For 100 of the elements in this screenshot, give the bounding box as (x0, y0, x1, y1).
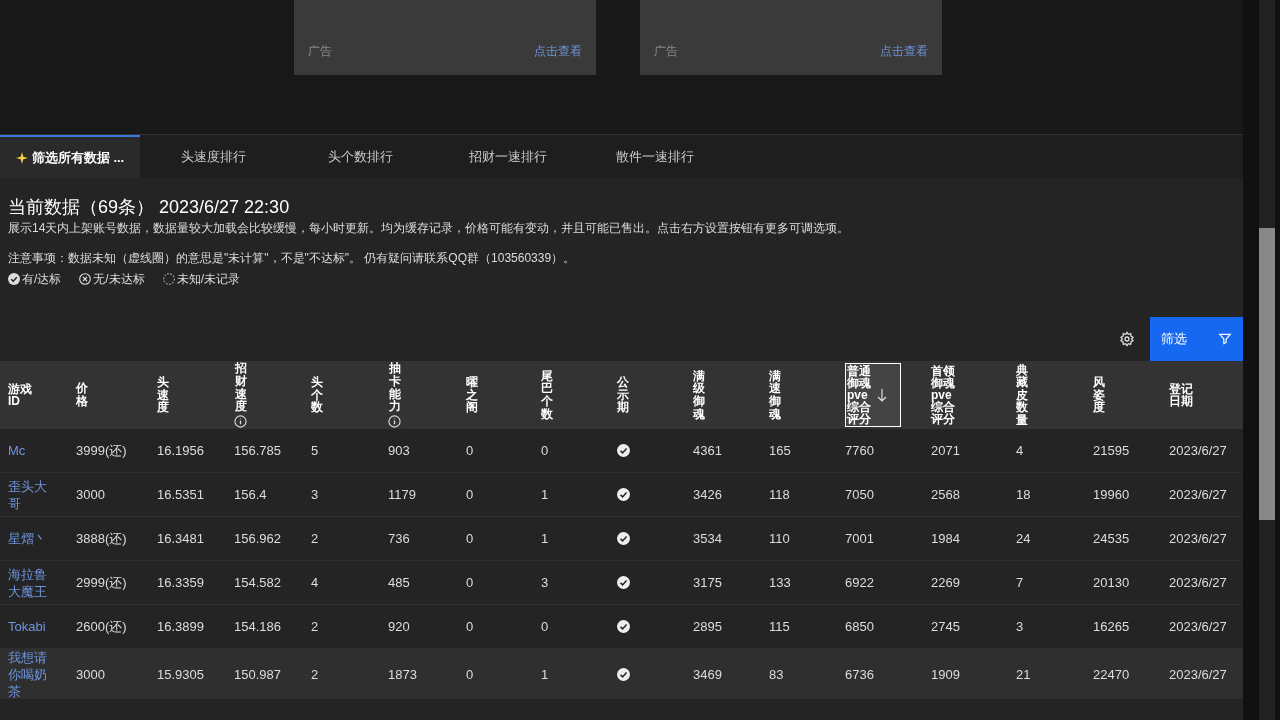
player-id-link[interactable]: 我想请你喝奶茶 (8, 649, 51, 700)
column-header[interactable]: 头速度 (157, 376, 226, 414)
table-cell-text: 133 (769, 573, 792, 592)
table-cell-text: 0 (541, 617, 550, 636)
header-label: 游戏ID (8, 383, 32, 407)
table-cell-text: 1 (541, 485, 550, 504)
table-cell-text: 3 (541, 573, 550, 592)
table-cell-text: 24 (1016, 529, 1032, 548)
table-cell-text: 20130 (1093, 573, 1131, 592)
column-header[interactable]: 尾巴个数 (541, 369, 609, 421)
column-header[interactable]: 首领御魂pve综合评分 (931, 365, 1008, 425)
table-cell-text: 2023/6/27 (1169, 573, 1228, 592)
header-label: 风姿度 (1093, 376, 1105, 414)
table-cell-text: 5 (311, 441, 320, 460)
view-link[interactable]: 点击查看 (880, 42, 928, 60)
table-cell-text: 0 (466, 573, 475, 592)
table-cell-text: 0 (466, 529, 475, 548)
table-cell-text: 21595 (1093, 441, 1131, 460)
table-cell-text: 1909 (931, 665, 961, 684)
player-id-link[interactable]: 星熠丶 (8, 530, 51, 547)
table-cell-text: 2023/6/27 (1169, 617, 1228, 636)
settings-icon[interactable] (1119, 331, 1135, 347)
table-cell-text: 1179 (388, 485, 417, 504)
table-cell-text: 4 (311, 573, 320, 592)
table-cell-text: 736 (388, 529, 411, 548)
table-cell-text: 3469 (693, 665, 723, 684)
scrollbar-thumb[interactable] (1259, 228, 1275, 520)
tab[interactable]: 头速度排行 (140, 135, 287, 178)
check-circle-icon (8, 273, 20, 285)
view-link[interactable]: 点击查看 (534, 42, 582, 60)
header-label: 招财速度 (234, 362, 247, 413)
column-header[interactable]: 满级御魂 (693, 369, 761, 421)
column-header[interactable]: 价格 (76, 382, 149, 408)
table-cell-text: 19960 (1093, 485, 1131, 504)
table-cell-text: 2 (311, 617, 320, 636)
column-header[interactable]: 风姿度 (1093, 376, 1161, 414)
player-id-link[interactable]: Mc (8, 442, 51, 459)
tab[interactable]: 筛选所有数据 ... (0, 135, 140, 178)
tab[interactable]: 散件一速排行 (581, 135, 728, 178)
header-label: 首领御魂pve综合评分 (931, 365, 955, 425)
table-cell-text: 156.785 (234, 441, 282, 460)
filter-icon (1218, 332, 1232, 346)
table-cell-text: 0 (466, 485, 475, 504)
table-cell-text: 2023/6/27 (1169, 529, 1228, 548)
column-header[interactable]: 头个数 (311, 376, 380, 414)
table-cell-text: 2600(还) (76, 617, 128, 636)
table-cell-text: 3175 (693, 573, 723, 592)
table-cell-text: 3534 (693, 529, 723, 548)
table-cell-text: 2 (311, 529, 320, 548)
column-header[interactable]: 满速御魂 (769, 369, 837, 421)
table-cell-text: 0 (466, 665, 475, 684)
table-row[interactable]: 我想请你喝奶茶 3000 15.9305 150.987 2 1873 0 1 3469 83 6736 1909 21 22470 2023/6/27 (0, 649, 1243, 699)
column-header[interactable]: 曜之阁 (466, 376, 533, 414)
table-cell-text: 156.962 (234, 529, 282, 548)
table-cell-text: 16.1956 (157, 441, 205, 460)
table-cell-text: 2071 (931, 441, 961, 460)
header-label: 曜之阁 (466, 376, 478, 414)
column-header[interactable]: 游戏ID (8, 383, 68, 407)
table-cell-text: 3888(还) (76, 529, 128, 548)
table-cell-text: 154.186 (234, 617, 282, 636)
table-cell-text: 24535 (1093, 529, 1131, 548)
ad-label: 广告 (308, 43, 332, 60)
column-header[interactable]: 抽卡能力 (388, 362, 458, 428)
filter-button[interactable]: 筛选 (1150, 317, 1243, 361)
tab[interactable]: 头个数排行 (287, 135, 434, 178)
player-id-link[interactable]: 歪头大哥 (8, 477, 51, 512)
legend-label: 有/达标 (22, 271, 62, 288)
player-id-link[interactable]: Tokabi (8, 618, 51, 635)
table-cell-text: 7760 (845, 441, 875, 460)
column-header[interactable]: 招财速度 (234, 362, 303, 428)
table-cell-text: 4361 (693, 441, 723, 460)
header-label: 抽卡能力 (388, 362, 401, 413)
table-cell-text: 16.3481 (157, 529, 205, 548)
cross-circle-icon (79, 273, 92, 285)
table-cell-text: 1 (541, 665, 550, 684)
column-header[interactable]: 典藏皮数量 (1016, 363, 1085, 427)
table-cell-text: 3000 (76, 485, 106, 504)
table-cell-text: 0 (466, 441, 475, 460)
table-cell-text: 118 (769, 485, 791, 504)
column-header[interactable]: 登记日期 (1169, 383, 1235, 407)
table-cell-text: 7 (1016, 573, 1025, 592)
column-header[interactable]: 普通御魂pve综合评分 (845, 363, 901, 427)
sort-arrow-icon (877, 388, 887, 402)
table-cell-text: 7001 (845, 529, 875, 548)
column-header[interactable]: 公示期 (617, 376, 685, 414)
tab[interactable]: 招财一速排行 (434, 135, 581, 178)
table-cell-text: 2895 (693, 617, 723, 636)
legend-label: 无/未达标 (93, 271, 145, 288)
table-cell-text: 115 (769, 617, 791, 636)
table-cell-text: 4 (1016, 441, 1025, 460)
table-cell-text: 3 (311, 485, 320, 504)
table-cell-text: 3999(还) (76, 441, 128, 460)
table-cell-text: 6850 (845, 617, 875, 636)
ad-label: 广告 (654, 43, 678, 60)
header-label: 满级御魂 (693, 369, 705, 421)
table-cell-text: 3000 (76, 665, 106, 684)
table-cell-text: 1 (541, 529, 550, 548)
table-cell-text: 2745 (931, 617, 961, 636)
header-label: 头速度 (157, 376, 169, 414)
player-id-link[interactable]: 海拉鲁大魔王 (8, 565, 51, 600)
